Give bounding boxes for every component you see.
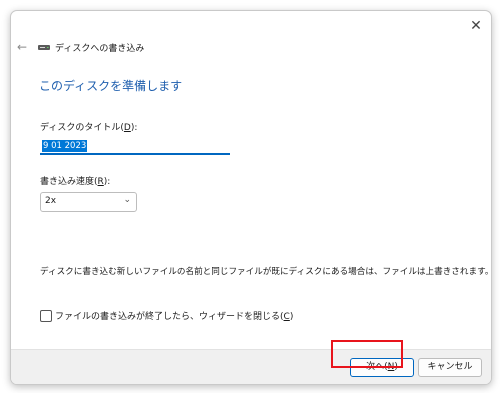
wizard-header: ← ディスクへの書き込み [11, 37, 491, 59]
cancel-button[interactable]: キャンセル [418, 358, 482, 377]
disc-drive-icon [38, 45, 50, 50]
wizard-title: ディスクへの書き込み [55, 44, 145, 54]
write-speed-label: 書き込み速度(R): [40, 177, 111, 187]
chevron-down-icon: ⌄ [123, 195, 131, 205]
disc-title-label: ディスクのタイトル(D): [40, 123, 138, 133]
disc-title-value: 9 01 2023 [42, 140, 88, 152]
close-wizard-checkbox[interactable] [40, 310, 52, 322]
write-speed-value: 2x [45, 196, 57, 206]
disc-title-input[interactable]: 9 01 2023 [40, 139, 230, 155]
burn-disc-dialog: ✕ ← ディスクへの書き込み このディスクを準備します ディスクのタイトル(D)… [10, 10, 492, 385]
button-bar: 次へ(N) キャンセル [11, 349, 491, 384]
overwrite-info-text: ディスクに書き込む新しいファイルの名前と同じファイルが既にディスクにある場合は、… [40, 267, 492, 277]
close-icon[interactable]: ✕ [467, 17, 485, 35]
close-wizard-label[interactable]: ファイルの書き込みが終了したら、ウィザードを閉じる(C) [55, 309, 293, 322]
next-button-highlight [331, 340, 403, 368]
back-arrow-icon[interactable]: ← [17, 40, 31, 54]
page-heading: このディスクを準備します [39, 79, 183, 93]
write-speed-select[interactable]: 2x ⌄ [40, 192, 137, 212]
